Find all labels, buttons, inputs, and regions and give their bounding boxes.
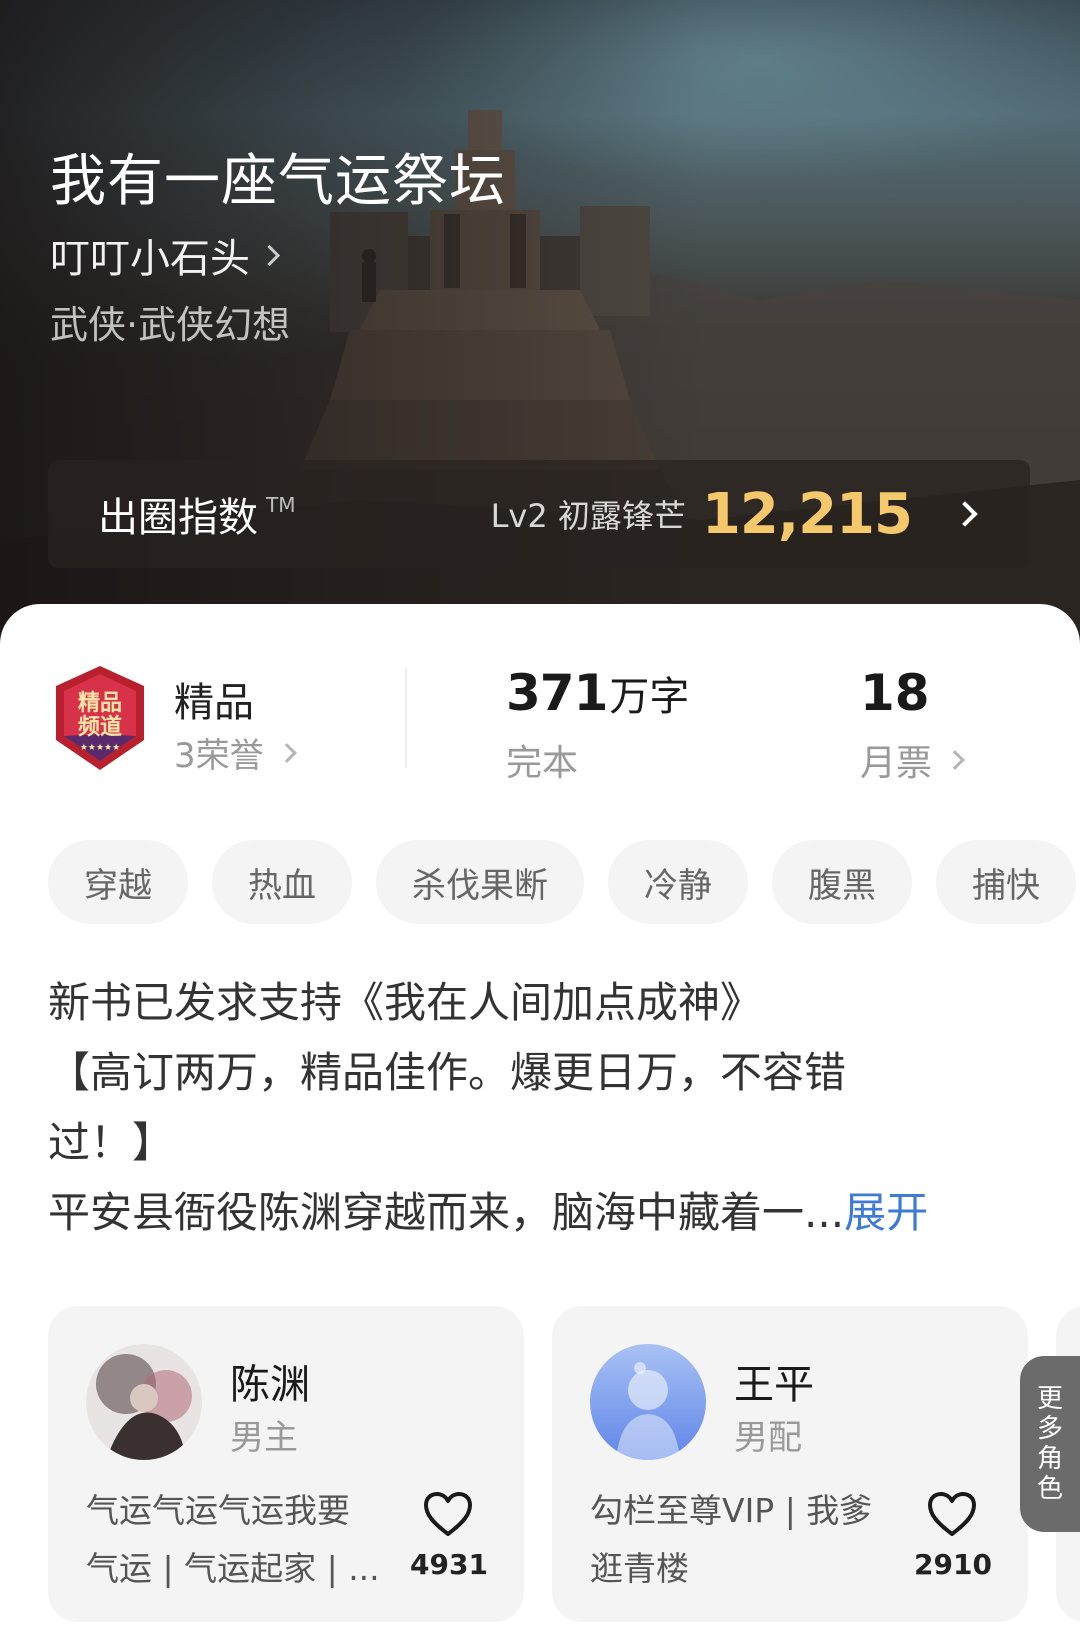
tag-chip[interactable]: 捕快 xyxy=(936,840,1076,924)
role-type: 男配 xyxy=(734,1418,802,1458)
expand-link[interactable]: 展开 xyxy=(844,1188,928,1237)
role-description: 勾栏至尊VIP | 我爹 逛青楼 xyxy=(590,1482,890,1598)
book-synopsis[interactable]: 新书已发求支持《我在人间加点成神》 【高订两万，精品佳作。爆更日万，不容错 过！… xyxy=(48,968,1008,1248)
more-roles-char: 更 xyxy=(1036,1384,1063,1414)
tag-chip[interactable]: 穿越 xyxy=(48,840,188,924)
more-roles-char: 多 xyxy=(1036,1414,1063,1444)
tag-list: 穿越 热血 杀伐果断 冷静 腹黑 捕快 xyxy=(48,840,1080,924)
book-title: 我有一座气运祭坛 xyxy=(50,149,506,214)
monthly-votes-link[interactable]: 月票 xyxy=(860,734,965,786)
role-description-line: 气运 | 气运起家 | ... xyxy=(86,1549,380,1588)
more-roles-button[interactable]: 更 多 角 色 xyxy=(1020,1356,1080,1532)
chevron-right-icon xyxy=(258,244,281,266)
role-description-line: 气运气运气运我要 xyxy=(86,1491,350,1530)
role-avatar xyxy=(86,1344,202,1460)
honors-count: 3荣誉 xyxy=(174,736,264,776)
synopsis-line: 【高订两万，精品佳作。爆更日万，不容错 xyxy=(48,1048,847,1097)
synopsis-line: 平安县衙役陈渊穿越而来，脑海中藏着一... xyxy=(48,1188,845,1237)
role-card[interactable]: 陈渊 男主 气运气运气运我要 气运 | 气运起家 | ... 4931 xyxy=(48,1306,524,1622)
completion-status: 完本 xyxy=(506,743,579,784)
role-type: 男主 xyxy=(230,1418,298,1458)
role-description: 气运气运气运我要 气运 | 气运起家 | ... xyxy=(86,1482,386,1598)
more-roles-char: 角 xyxy=(1036,1444,1063,1474)
like-button[interactable]: 4931 xyxy=(410,1490,488,1581)
role-description-line: 逛青楼 xyxy=(590,1549,689,1588)
svg-text:频道: 频道 xyxy=(78,714,122,740)
index-label: 出圈指数 xyxy=(98,495,258,541)
popularity-index-bar[interactable]: 出圈指数 TM Lv2 初露锋芒 12,215 xyxy=(48,460,1030,568)
author-name: 叮叮小石头 xyxy=(50,236,250,282)
quality-label: 精品 xyxy=(174,680,254,726)
tag-chip[interactable]: 杀伐果断 xyxy=(376,840,584,924)
chevron-right-icon xyxy=(945,750,965,770)
stats-row: 精品 频道 ★★★★★ 精品 3荣誉 371 万字 完本 18 月票 xyxy=(0,664,1080,794)
synopsis-line: 新书已发求支持《我在人间加点成神》 xyxy=(48,978,763,1027)
author-link[interactable]: 叮叮小石头 xyxy=(50,226,281,284)
index-level: Lv2 初露锋芒 xyxy=(490,497,686,535)
chevron-right-icon xyxy=(276,742,297,763)
hero-banner: 我有一座气运祭坛 叮叮小石头 武侠·武侠幻想 出圈指数 TM Lv2 初露锋芒 … xyxy=(0,0,1080,640)
premium-channel-badge-icon: 精品 频道 ★★★★★ xyxy=(56,666,144,770)
monthly-votes-count: 18 xyxy=(860,664,930,722)
word-count: 371 万字 xyxy=(506,664,689,722)
role-card[interactable]: 王平 男配 勾栏至尊VIP | 我爹 逛青楼 2910 xyxy=(552,1306,1028,1622)
heart-icon xyxy=(424,1492,472,1536)
tag-chip[interactable]: 热血 xyxy=(212,840,352,924)
svg-text:★★★★★: ★★★★★ xyxy=(80,743,120,753)
like-count: 2910 xyxy=(914,1548,992,1581)
role-avatar xyxy=(590,1344,706,1460)
more-roles-char: 色 xyxy=(1036,1474,1063,1504)
heart-icon xyxy=(928,1492,976,1536)
word-count-unit: 万字 xyxy=(609,674,690,720)
svg-text:精品: 精品 xyxy=(78,690,122,716)
like-button[interactable]: 2910 xyxy=(914,1490,992,1581)
tag-chip[interactable]: 腹黑 xyxy=(772,840,912,924)
role-description-line: 勾栏至尊VIP | 我爹 xyxy=(590,1491,873,1530)
like-count: 4931 xyxy=(410,1548,488,1581)
word-count-number: 371 xyxy=(506,664,608,722)
book-detail-card: 精品 频道 ★★★★★ 精品 3荣誉 371 万字 完本 18 月票 穿越 热血… xyxy=(0,604,1080,1644)
index-right-group: Lv2 初露锋芒 12,215 xyxy=(490,481,978,547)
trademark-mark: TM xyxy=(266,493,296,517)
stats-divider xyxy=(405,668,407,768)
book-genre: 武侠·武侠幻想 xyxy=(50,303,291,347)
synopsis-line: 过！】 xyxy=(48,1118,175,1167)
synopsis-line-last: 平安县衙役陈渊穿越而来，脑海中藏着一...展开 xyxy=(48,1178,1008,1248)
monthly-votes-label: 月票 xyxy=(860,743,933,784)
tag-chip[interactable]: 冷静 xyxy=(608,840,748,924)
chevron-right-icon xyxy=(952,501,978,527)
index-value: 12,215 xyxy=(701,481,913,547)
role-name: 王平 xyxy=(734,1362,814,1408)
role-name: 陈渊 xyxy=(230,1362,310,1408)
honors-link[interactable]: 3荣誉 xyxy=(174,728,297,777)
